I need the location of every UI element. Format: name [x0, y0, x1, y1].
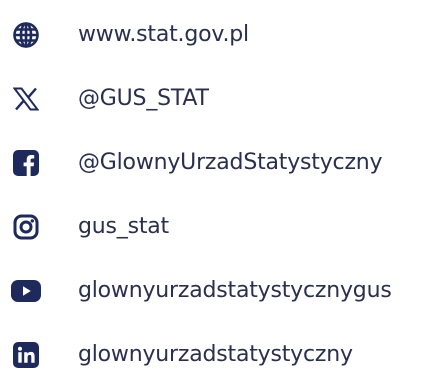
youtube-icon	[11, 276, 41, 306]
youtube-channel[interactable]: glownyurzadstatystycznygus	[78, 271, 392, 311]
instagram-handle[interactable]: gus_stat	[78, 207, 169, 247]
contact-list: www.stat.gov.pl @GUS_STAT @GlownyUrzadSt…	[0, 0, 425, 368]
contact-instagram[interactable]: gus_stat	[0, 207, 425, 247]
facebook-handle[interactable]: @GlownyUrzadStatystyczny	[78, 143, 383, 183]
contact-youtube[interactable]: glownyurzadstatystycznygus	[0, 271, 425, 311]
facebook-icon	[11, 148, 41, 178]
globe-icon	[11, 20, 41, 50]
linkedin-handle[interactable]: glownyurzadstatystyczny	[78, 335, 353, 375]
contact-x[interactable]: @GUS_STAT	[0, 79, 425, 119]
contact-website[interactable]: www.stat.gov.pl	[0, 15, 425, 55]
contact-facebook[interactable]: @GlownyUrzadStatystyczny	[0, 143, 425, 183]
instagram-icon	[11, 212, 41, 242]
x-logo-icon	[11, 84, 41, 114]
website-link[interactable]: www.stat.gov.pl	[78, 15, 249, 55]
linkedin-icon	[11, 340, 41, 370]
x-handle[interactable]: @GUS_STAT	[78, 79, 209, 119]
contact-linkedin[interactable]: glownyurzadstatystyczny	[0, 335, 425, 375]
